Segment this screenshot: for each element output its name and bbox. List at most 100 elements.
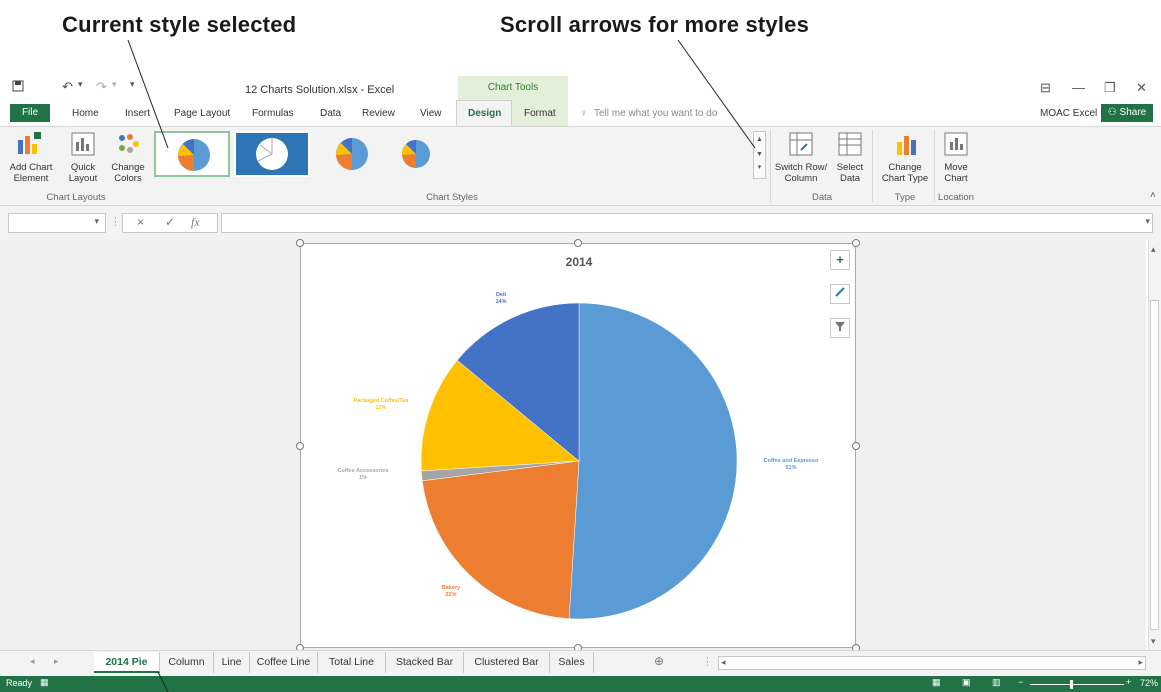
name-box[interactable]: ▾ xyxy=(8,213,106,233)
account-name[interactable]: MOAC Excel xyxy=(1040,108,1097,119)
sheet-tab[interactable]: Sales xyxy=(550,652,594,673)
chart-styles-scroll-down-icon[interactable]: ▼ xyxy=(754,147,765,162)
sheet-tab[interactable]: Coffee Line xyxy=(250,652,318,673)
pie-data-label[interactable]: Packaged Coffee/Tea 12% xyxy=(354,398,410,411)
chart-styles-scroll[interactable]: ▲ ▼ ▾ xyxy=(753,131,766,179)
cancel-icon[interactable]: × xyxy=(137,215,144,229)
add-chart-element-label: Add Chart Element xyxy=(9,162,53,184)
chart-styles-brush-icon[interactable] xyxy=(830,284,850,304)
vertical-scroll-thumb[interactable] xyxy=(1150,300,1159,630)
quick-layout-button[interactable]: Quick Layout xyxy=(62,130,104,186)
chart-styles-scroll-up-icon[interactable]: ▲ xyxy=(754,132,765,147)
pie-data-label[interactable]: Coffee and Espresso 51% xyxy=(764,458,819,471)
select-data-button[interactable]: Select Data xyxy=(830,130,870,186)
chart-style-4[interactable] xyxy=(378,131,454,177)
page-layout-view-icon[interactable]: ▣ xyxy=(962,677,971,688)
name-box-dropdown-icon[interactable]: ▾ xyxy=(94,216,99,227)
zoom-slider[interactable] xyxy=(1030,684,1124,685)
sheet-tab[interactable]: Total Line xyxy=(318,652,386,673)
scroll-right-icon[interactable]: ▸ xyxy=(1138,657,1143,668)
change-colors-icon xyxy=(119,134,139,153)
tab-splitter-icon[interactable]: ⋮ xyxy=(702,655,713,668)
pie-data-label[interactable]: Bakery 22% xyxy=(442,585,461,598)
sheet-tab[interactable]: Clustered Bar xyxy=(464,652,550,673)
restore-icon[interactable]: ❐ xyxy=(1104,80,1116,96)
chart-area[interactable]: 2014 Coffee and Espresso 51% Bakery 22% Coff… xyxy=(300,243,856,648)
formula-buttons: × ✓ fx xyxy=(122,213,218,233)
redo-icon[interactable]: ↷ xyxy=(96,79,107,95)
zoom-slider-thumb[interactable] xyxy=(1070,680,1073,689)
switch-row-column-button[interactable]: Switch Row/ Column xyxy=(774,130,828,186)
scroll-left-icon[interactable]: ◂ xyxy=(721,657,726,668)
change-colors-label: Change Colors xyxy=(111,162,145,184)
macro-record-icon[interactable]: ▦ xyxy=(40,677,49,688)
change-colors-button[interactable]: Change Colors xyxy=(106,130,150,186)
customize-qat-icon[interactable]: ▾ xyxy=(130,79,135,90)
pie-data-label[interactable]: Deli 14% xyxy=(495,292,506,305)
ribbon-separator xyxy=(872,130,873,202)
ribbon-display-options-icon[interactable]: ⊟ xyxy=(1040,80,1051,96)
tab-review[interactable]: Review xyxy=(362,108,395,119)
undo-icon[interactable]: ↶ xyxy=(62,79,73,95)
chart-styles-more-icon[interactable]: ▾ xyxy=(754,162,765,174)
tab-design[interactable]: Design xyxy=(468,108,501,119)
pie-chart[interactable]: 2014 Coffee and Espresso 51% Bakery 22% Coff… xyxy=(301,244,857,649)
resize-handle[interactable] xyxy=(852,442,860,450)
enter-icon[interactable]: ✓ xyxy=(165,215,175,229)
add-chart-element-button[interactable]: Add Chart Element xyxy=(2,130,62,186)
share-button[interactable]: ⚇ Share xyxy=(1101,104,1153,122)
resize-handle[interactable] xyxy=(574,239,582,247)
insert-function-icon[interactable]: fx xyxy=(191,215,200,230)
resize-handle[interactable] xyxy=(296,239,304,247)
zoom-level[interactable]: 72% xyxy=(1140,678,1158,688)
zoom-out-icon[interactable]: − xyxy=(1018,677,1023,687)
chart-style-2[interactable] xyxy=(234,131,310,177)
zoom-in-icon[interactable]: + xyxy=(1126,677,1131,687)
previous-sheet-icon[interactable]: ◂ xyxy=(30,656,35,667)
tab-data[interactable]: Data xyxy=(320,108,341,119)
expand-formula-bar-icon[interactable]: ▾ xyxy=(1145,216,1150,227)
minimize-icon[interactable]: — xyxy=(1072,80,1085,95)
undo-dropdown-icon[interactable]: ▾ xyxy=(78,79,83,90)
chart-tools-context-label: Chart Tools xyxy=(458,76,568,100)
resize-handle[interactable] xyxy=(296,442,304,450)
chart-elements-plus-icon[interactable]: + xyxy=(830,250,850,270)
tell-me-search[interactable]: Tell me what you want to do xyxy=(594,108,717,119)
formula-input[interactable]: ▾ xyxy=(221,213,1153,233)
redo-dropdown-icon[interactable]: ▾ xyxy=(112,79,117,90)
sheet-tab[interactable]: 2014 Pie xyxy=(94,652,160,673)
change-chart-type-label: Change Chart Type xyxy=(881,162,929,184)
close-icon[interactable]: ✕ xyxy=(1136,80,1147,96)
status-bar: Ready ▦ ▦ ▣ ▥ − + 72% xyxy=(0,676,1161,692)
sheet-tab[interactable]: Line xyxy=(214,652,250,673)
tab-home[interactable]: Home xyxy=(72,108,99,119)
page-break-preview-icon[interactable]: ▥ xyxy=(992,677,1001,688)
switch-row-column-label: Switch Row/ Column xyxy=(774,162,828,184)
tab-page-layout[interactable]: Page Layout xyxy=(174,108,230,119)
scroll-up-icon[interactable]: ▴ xyxy=(1151,244,1156,255)
horizontal-scrollbar[interactable]: ◂ ▸ xyxy=(718,656,1146,670)
chart-title[interactable]: 2014 xyxy=(566,255,593,269)
new-sheet-icon[interactable]: ⊕ xyxy=(654,654,664,668)
tab-file[interactable]: File xyxy=(10,104,50,122)
resize-handle[interactable] xyxy=(852,239,860,247)
sheet-tab[interactable]: Column xyxy=(160,652,214,673)
pie-slice[interactable] xyxy=(568,302,738,620)
change-chart-type-button[interactable]: Change Chart Type xyxy=(876,130,934,186)
pie-data-label[interactable]: Coffee Accessories 1% xyxy=(338,468,389,481)
tab-insert[interactable]: Insert xyxy=(125,108,150,119)
sheet-tab[interactable]: Stacked Bar xyxy=(386,652,464,673)
chart-filters-icon[interactable] xyxy=(830,318,850,338)
move-chart-button[interactable]: Move Chart xyxy=(936,130,976,186)
chart-style-1[interactable] xyxy=(154,131,230,177)
quick-layout-label: Quick Layout xyxy=(68,162,98,184)
tab-format[interactable]: Format xyxy=(524,108,556,119)
normal-view-icon[interactable]: ▦ xyxy=(932,677,941,688)
collapse-ribbon-icon[interactable]: ˄ xyxy=(1150,190,1156,201)
tab-formulas[interactable]: Formulas xyxy=(252,108,294,119)
scroll-down-icon[interactable]: ▾ xyxy=(1151,636,1156,647)
next-sheet-icon[interactable]: ▸ xyxy=(54,656,59,667)
tab-view[interactable]: View xyxy=(420,108,442,119)
location-group-label: Location xyxy=(938,192,974,203)
save-icon[interactable] xyxy=(12,80,24,95)
